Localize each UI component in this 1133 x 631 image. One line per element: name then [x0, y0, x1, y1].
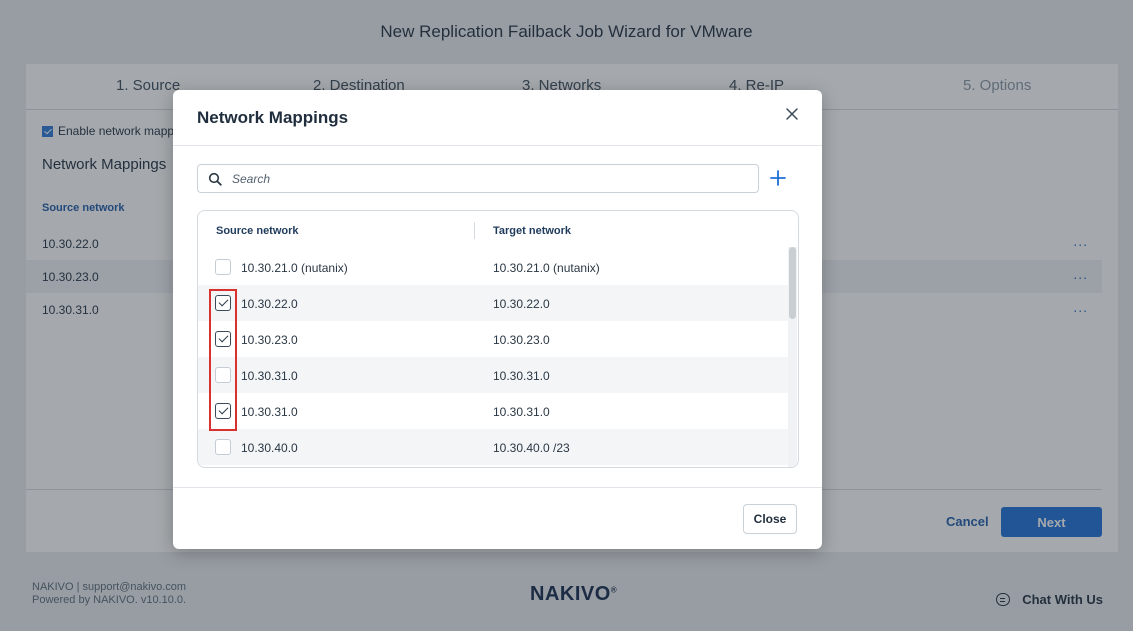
target-network-cell: 10.30.40.0 /23 [493, 441, 570, 455]
dialog-header: Network Mappings [173, 90, 822, 146]
table-row[interactable]: 10.30.31.0 10.30.31.0 [198, 393, 788, 429]
source-network-cell: 10.30.31.0 [241, 369, 298, 383]
close-button[interactable]: Close [743, 504, 797, 534]
row-checkbox[interactable] [215, 403, 231, 419]
dialog-footer: Close [173, 487, 822, 549]
search-field[interactable] [197, 164, 759, 193]
row-checkbox[interactable] [215, 295, 231, 311]
row-checkbox[interactable] [215, 259, 231, 275]
target-network-cell: 10.30.21.0 (nutanix) [493, 261, 600, 275]
dialog-title: Network Mappings [197, 108, 349, 127]
source-network-cell: 10.30.31.0 [241, 405, 298, 419]
table-row[interactable]: 10.30.40.0 10.30.40.0 /23 [198, 429, 788, 465]
plus-icon[interactable] [767, 167, 789, 189]
target-network-cell: 10.30.22.0 [493, 297, 550, 311]
row-checkbox[interactable] [215, 439, 231, 455]
table-row[interactable]: 10.30.31.0 10.30.31.0 [198, 357, 788, 393]
scrollbar[interactable] [788, 247, 797, 467]
source-network-cell: 10.30.22.0 [241, 297, 298, 311]
source-network-cell: 10.30.21.0 (nutanix) [241, 261, 348, 275]
row-checkbox[interactable] [215, 367, 231, 383]
table-row[interactable]: 10.30.23.0 10.30.23.0 [198, 321, 788, 357]
row-checkbox[interactable] [215, 331, 231, 347]
search-icon [208, 172, 222, 186]
search-input[interactable] [232, 171, 732, 186]
close-icon[interactable] [784, 106, 800, 122]
source-network-cell: 10.30.40.0 [241, 441, 298, 455]
table-header: Source network Target network [198, 211, 798, 249]
column-divider [474, 222, 475, 239]
network-mappings-dialog: Network Mappings Source network Target n… [173, 90, 822, 549]
column-target-network[interactable]: Target network [493, 225, 571, 237]
mappings-table: Source network Target network 10.30.21.0… [197, 210, 799, 468]
target-network-cell: 10.30.31.0 [493, 405, 550, 419]
target-network-cell: 10.30.23.0 [493, 333, 550, 347]
scrollbar-thumb[interactable] [789, 247, 796, 319]
column-source-network[interactable]: Source network [216, 225, 299, 237]
table-row[interactable]: 10.30.21.0 (nutanix) 10.30.21.0 (nutanix… [198, 249, 788, 285]
table-row[interactable]: 10.30.22.0 10.30.22.0 [198, 285, 788, 321]
target-network-cell: 10.30.31.0 [493, 369, 550, 383]
source-network-cell: 10.30.23.0 [241, 333, 298, 347]
